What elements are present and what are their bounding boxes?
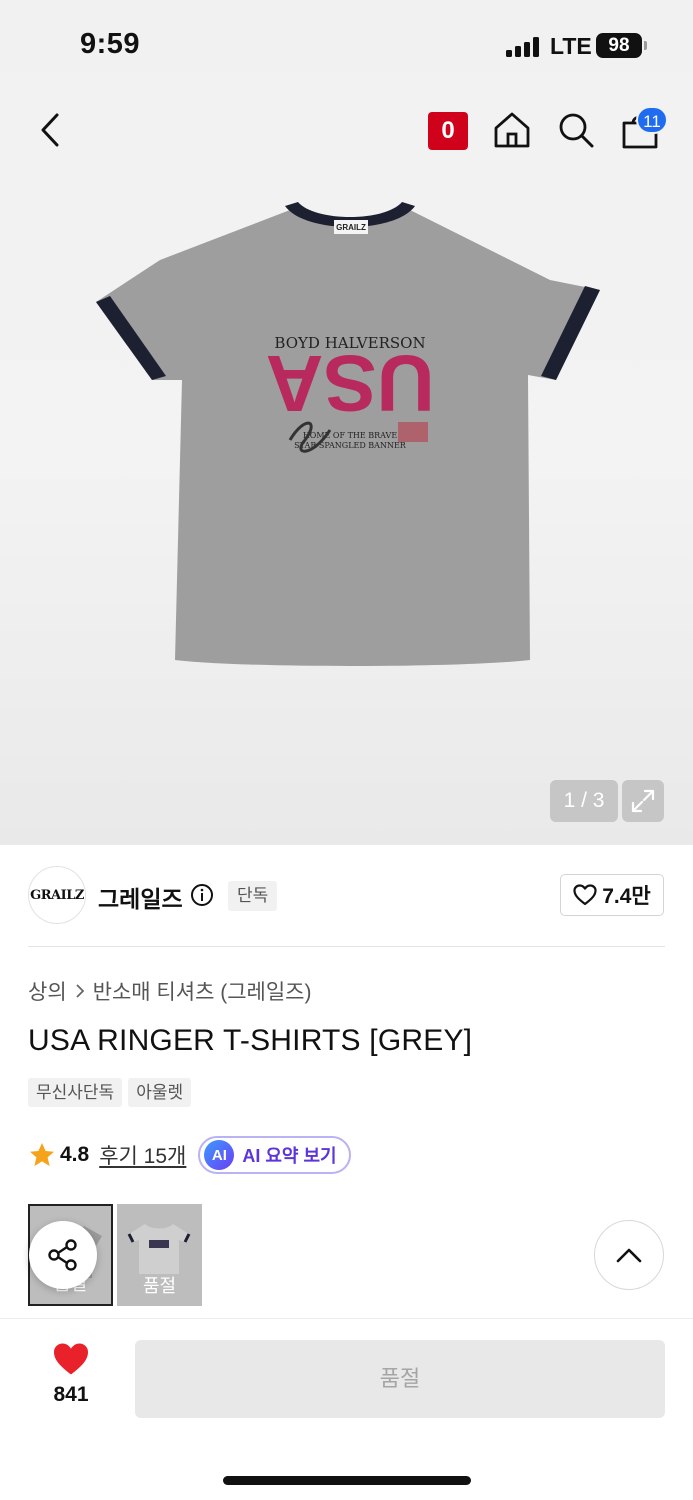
- rating-row: 4.8 후기 15개 AI AI 요약 보기: [28, 1136, 351, 1174]
- soldout-button[interactable]: 품절: [135, 1340, 665, 1418]
- status-time: 9:59: [80, 28, 141, 60]
- product-image[interactable]: GRAILZ BOYD HALVERSON USA HOME OF THE BR…: [80, 190, 620, 680]
- print-line-2: HOME OF THE BRAVE: [303, 431, 398, 440]
- share-icon: [48, 1239, 77, 1271]
- back-arrow-icon: [41, 113, 59, 147]
- image-counter: 1 / 3: [550, 780, 618, 822]
- battery-icon: 98: [596, 33, 642, 58]
- heart-outline-icon: [573, 884, 597, 906]
- status-bar: 9:59 LTE 98: [0, 0, 693, 92]
- home-icon: [494, 112, 530, 148]
- brand-like-count: 7.4만: [602, 885, 651, 908]
- share-button[interactable]: [29, 1221, 97, 1289]
- tag-exclusive: 무신사단독: [28, 1078, 123, 1107]
- home-button[interactable]: [490, 108, 534, 152]
- ai-summary-button[interactable]: AI AI 요약 보기: [198, 1136, 351, 1174]
- expand-image-button[interactable]: [622, 780, 664, 822]
- cart-count-badge: 11: [636, 106, 668, 134]
- chevron-right-icon: [76, 984, 84, 998]
- divider: [28, 946, 665, 947]
- signal-icon: [506, 37, 542, 57]
- option-soldout-label: 품절: [142, 1276, 177, 1296]
- tag-outlet: 아울렛: [128, 1078, 192, 1107]
- star-icon: [30, 1143, 54, 1166]
- home-indicator: [223, 1476, 471, 1485]
- network-type: LTE: [550, 33, 592, 59]
- brand-name[interactable]: 그레일즈: [98, 880, 183, 914]
- info-icon[interactable]: [190, 883, 214, 907]
- rating-value: 4.8: [60, 1143, 90, 1166]
- breadcrumb-subcategory[interactable]: 반소매 티셔츠 (그레일즈): [93, 976, 312, 1006]
- zero-badge[interactable]: 0: [428, 112, 468, 150]
- search-button[interactable]: [554, 108, 598, 152]
- heart-filled-icon: [54, 1343, 88, 1375]
- print-usa: USA: [266, 339, 435, 428]
- wish-count: 841: [53, 1383, 89, 1406]
- product-tags: 무신사단독 아울렛: [28, 1078, 192, 1107]
- scroll-to-top-button[interactable]: [594, 1220, 664, 1290]
- breadcrumb: 상의 반소매 티셔츠 (그레일즈): [28, 976, 312, 1006]
- back-button[interactable]: [28, 108, 72, 152]
- ai-summary-label: AI 요약 보기: [242, 1146, 337, 1166]
- chevron-up-icon: [616, 1248, 642, 1263]
- breadcrumb-category[interactable]: 상의: [28, 976, 67, 1006]
- label-tag-text: GRAILZ: [336, 223, 366, 232]
- ai-icon: AI: [204, 1140, 235, 1170]
- search-icon: [559, 113, 594, 148]
- color-option-2[interactable]: 품절: [117, 1204, 202, 1306]
- top-nav: 0: [0, 92, 693, 172]
- product-title: USA RINGER T-SHIRTS [GREY]: [28, 1024, 473, 1057]
- brand-row: GRAILZ 그레일즈 단독 7.4만: [28, 866, 665, 924]
- exclusive-tag: 단독: [228, 881, 278, 911]
- brand-like-button[interactable]: 7.4만: [560, 874, 664, 916]
- expand-icon: [631, 789, 655, 813]
- battery-tip: [644, 41, 647, 50]
- brand-logo[interactable]: GRAILZ: [28, 866, 86, 924]
- wish-button[interactable]: 841: [36, 1342, 106, 1407]
- review-count-link[interactable]: 후기 15개: [99, 1140, 186, 1170]
